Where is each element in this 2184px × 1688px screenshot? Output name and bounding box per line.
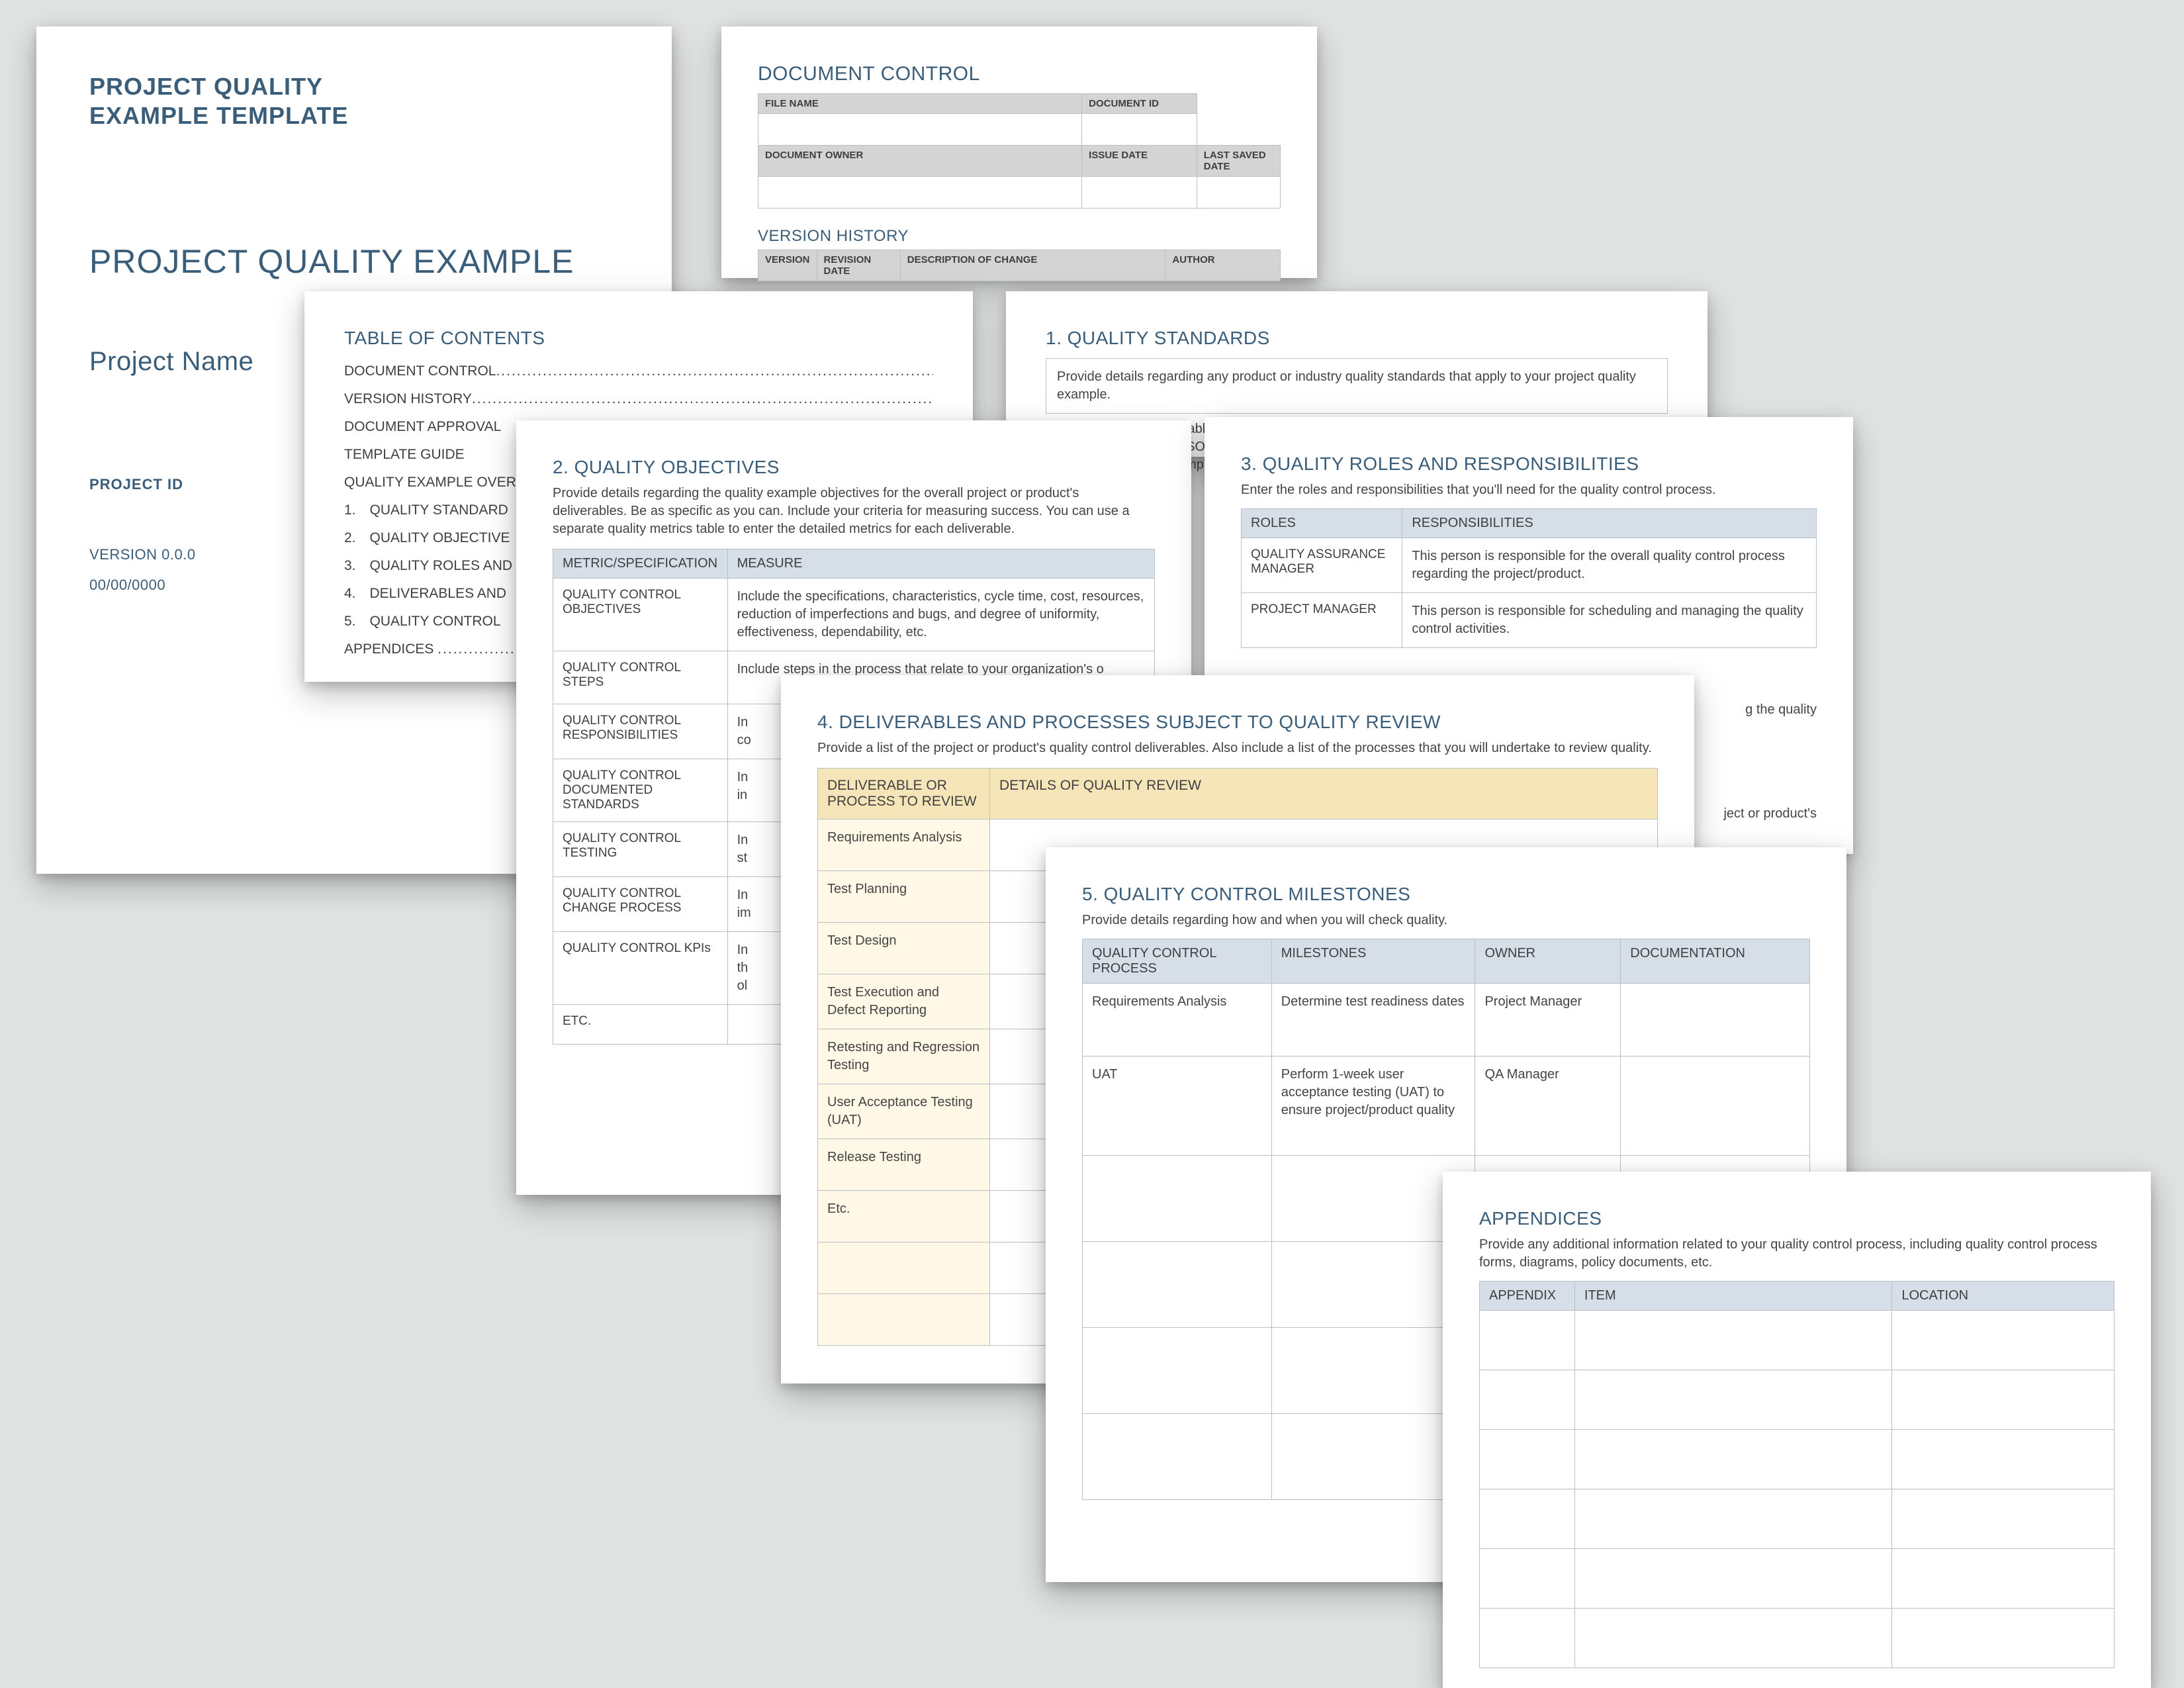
table-row bbox=[1480, 1311, 2115, 1370]
th-documentation: DOCUMENTATION bbox=[1621, 939, 1810, 984]
th-location: LOCATION bbox=[1892, 1282, 2115, 1311]
vh-desc: DESCRIPTION OF CHANGE bbox=[900, 250, 1165, 281]
table-row: Requirements Analysis Determine test rea… bbox=[1083, 984, 1810, 1056]
s3-table: ROLES RESPONSIBILITIES QUALITY ASSURANCE… bbox=[1241, 508, 1817, 648]
table-row bbox=[1480, 1430, 2115, 1489]
doc-control-heading: DOCUMENT CONTROL bbox=[758, 63, 1281, 85]
th-resp: RESPONSIBILITIES bbox=[1402, 509, 1817, 538]
th-milestones: MILESTONES bbox=[1271, 939, 1475, 984]
page-doc-control: DOCUMENT CONTROL FILE NAME DOCUMENT ID D… bbox=[721, 26, 1317, 278]
th-measure: MEASURE bbox=[727, 549, 1154, 579]
s1-heading: 1. QUALITY STANDARDS bbox=[1046, 328, 1668, 349]
template-title-2: EXAMPLE TEMPLATE bbox=[89, 102, 619, 130]
s4-intro: Provide a list of the project or product… bbox=[817, 739, 1658, 757]
table-row: QUALITY CONTROL OBJECTIVESInclude the sp… bbox=[553, 579, 1155, 651]
version-history-heading: VERSION HISTORY bbox=[758, 227, 1281, 246]
s2-heading: 2. QUALITY OBJECTIVES bbox=[553, 457, 1155, 478]
appendices-heading: APPENDICES bbox=[1479, 1208, 2115, 1229]
th-process: QUALITY CONTROL PROCESS bbox=[1083, 939, 1272, 984]
s5-heading: 5. QUALITY CONTROL MILESTONES bbox=[1082, 884, 1810, 905]
s3-heading: 3. QUALITY ROLES AND RESPONSIBILITIES bbox=[1241, 453, 1817, 475]
table-row: QUALITY ASSURANCE MANAGER This person is… bbox=[1242, 538, 1817, 593]
th-details: DETAILS OF QUALITY REVIEW bbox=[990, 769, 1658, 820]
s4-heading: 4. DELIVERABLES AND PROCESSES SUBJECT TO… bbox=[817, 712, 1658, 733]
toc-line: VERSION HISTORY bbox=[344, 391, 933, 407]
th-owner: OWNER bbox=[1475, 939, 1621, 984]
table-row: UAT Perform 1-week user acceptance testi… bbox=[1083, 1056, 1810, 1156]
table-row bbox=[1480, 1609, 2115, 1668]
s3-intro: Enter the roles and responsibilities tha… bbox=[1241, 481, 1817, 499]
th-roles: ROLES bbox=[1242, 509, 1402, 538]
table-row bbox=[1480, 1489, 2115, 1549]
s2-intro: Provide details regarding the quality ex… bbox=[553, 485, 1155, 538]
th-doc-owner: DOCUMENT OWNER bbox=[758, 146, 1082, 177]
table-row bbox=[1480, 1549, 2115, 1609]
version-history-table: VERSION REVISION DATE DESCRIPTION OF CHA… bbox=[758, 250, 1281, 281]
th-last-saved: LAST SAVED DATE bbox=[1197, 146, 1280, 177]
toc-heading: TABLE OF CONTENTS bbox=[344, 328, 933, 349]
doc-title: PROJECT QUALITY EXAMPLE bbox=[89, 242, 619, 281]
vh-author: AUTHOR bbox=[1165, 250, 1281, 281]
page-appendices: APPENDICES Provide any additional inform… bbox=[1443, 1172, 2151, 1688]
th-item: ITEM bbox=[1574, 1282, 1892, 1311]
table-row bbox=[1480, 1370, 2115, 1430]
table-row: PROJECT MANAGER This person is responsib… bbox=[1242, 593, 1817, 648]
appendices-table: APPENDIX ITEM LOCATION bbox=[1479, 1281, 2115, 1668]
appendices-intro: Provide any additional information relat… bbox=[1479, 1236, 2115, 1272]
vh-version: VERSION bbox=[758, 250, 817, 281]
s1-intro: Provide details regarding any product or… bbox=[1057, 368, 1657, 404]
th-appendix: APPENDIX bbox=[1480, 1282, 1575, 1311]
th-file-name: FILE NAME bbox=[758, 94, 1082, 114]
s5-intro: Provide details regarding how and when y… bbox=[1082, 912, 1810, 929]
s1-intro-box: Provide details regarding any product or… bbox=[1046, 358, 1668, 414]
th-deliverable: DELIVERABLE OR PROCESS TO REVIEW bbox=[818, 769, 990, 820]
toc-line: DOCUMENT CONTROL bbox=[344, 363, 933, 379]
vh-rev-date: REVISION DATE bbox=[817, 250, 900, 281]
th-issue-date: ISSUE DATE bbox=[1082, 146, 1197, 177]
th-metric: METRIC/SPECIFICATION bbox=[553, 549, 728, 579]
template-title-1: PROJECT QUALITY bbox=[89, 73, 619, 101]
th-doc-id: DOCUMENT ID bbox=[1082, 94, 1197, 114]
doc-control-table: FILE NAME DOCUMENT ID DOCUMENT OWNER ISS… bbox=[758, 93, 1281, 209]
